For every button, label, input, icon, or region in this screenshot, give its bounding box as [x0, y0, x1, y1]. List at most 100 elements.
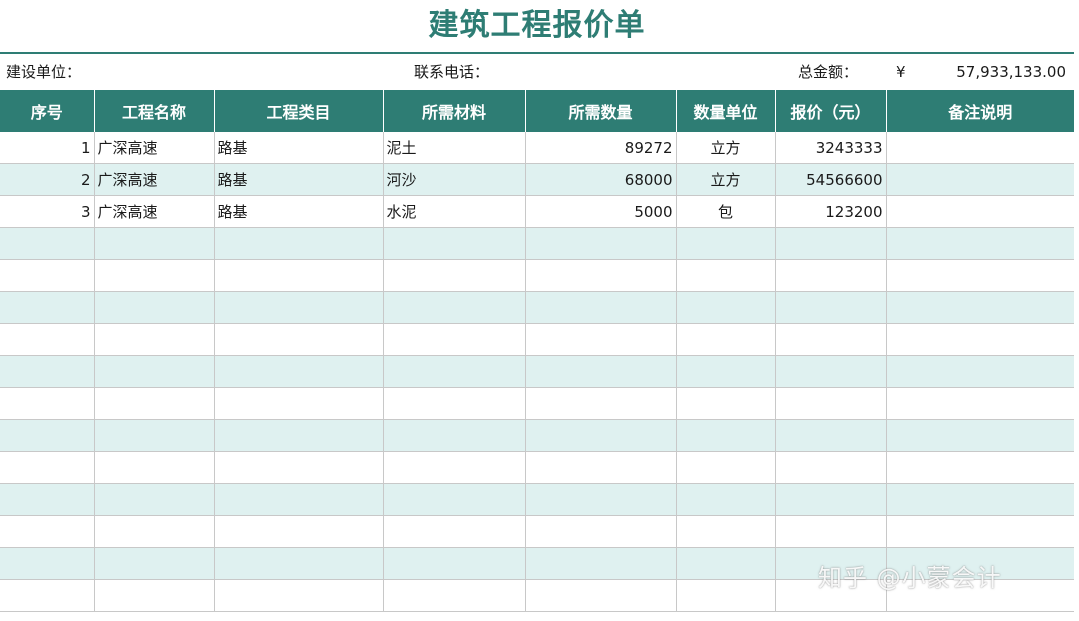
empty-cell[interactable]: [886, 355, 1075, 388]
empty-cell[interactable]: [525, 483, 677, 516]
empty-cell[interactable]: [214, 419, 384, 452]
empty-cell[interactable]: [886, 291, 1075, 324]
cell-category[interactable]: 路基: [214, 195, 384, 228]
empty-cell[interactable]: [525, 227, 677, 260]
empty-cell[interactable]: [214, 387, 384, 420]
col-header-no[interactable]: 序号: [0, 90, 95, 132]
empty-cell[interactable]: [383, 355, 526, 388]
col-header-quantity[interactable]: 所需数量: [525, 90, 677, 132]
col-header-category[interactable]: 工程类目: [214, 90, 384, 132]
total-amount[interactable]: 57,933,133.00: [956, 54, 1066, 90]
empty-cell[interactable]: [525, 259, 677, 292]
empty-cell[interactable]: [775, 227, 887, 260]
col-header-unit[interactable]: 数量单位: [676, 90, 776, 132]
empty-cell[interactable]: [886, 483, 1075, 516]
empty-cell[interactable]: [886, 259, 1075, 292]
empty-cell[interactable]: [383, 515, 526, 548]
empty-cell[interactable]: [214, 355, 384, 388]
cell-quantity[interactable]: 5000: [525, 195, 677, 228]
empty-cell[interactable]: [214, 483, 384, 516]
cell-unit[interactable]: 立方: [676, 132, 776, 164]
empty-cell[interactable]: [886, 227, 1075, 260]
empty-cell[interactable]: [383, 259, 526, 292]
empty-cell[interactable]: [94, 579, 215, 612]
empty-cell[interactable]: [525, 387, 677, 420]
empty-cell[interactable]: [0, 387, 95, 420]
empty-cell[interactable]: [214, 579, 384, 612]
empty-cell[interactable]: [525, 323, 677, 356]
empty-cell[interactable]: [676, 387, 776, 420]
empty-cell[interactable]: [676, 227, 776, 260]
empty-cell[interactable]: [676, 291, 776, 324]
empty-cell[interactable]: [676, 323, 776, 356]
empty-cell[interactable]: [676, 579, 776, 612]
cell-price[interactable]: 3243333: [775, 132, 887, 164]
empty-cell[interactable]: [94, 387, 215, 420]
empty-cell[interactable]: [383, 579, 526, 612]
cell-note[interactable]: [886, 132, 1075, 164]
empty-cell[interactable]: [94, 483, 215, 516]
empty-cell[interactable]: [676, 259, 776, 292]
empty-cell[interactable]: [886, 451, 1075, 484]
empty-cell[interactable]: [525, 291, 677, 324]
empty-cell[interactable]: [94, 259, 215, 292]
empty-cell[interactable]: [775, 483, 887, 516]
cell-category[interactable]: 路基: [214, 163, 384, 196]
empty-cell[interactable]: [0, 323, 95, 356]
empty-cell[interactable]: [94, 291, 215, 324]
empty-cell[interactable]: [676, 483, 776, 516]
cell-unit[interactable]: 包: [676, 195, 776, 228]
empty-cell[interactable]: [214, 259, 384, 292]
empty-cell[interactable]: [886, 387, 1075, 420]
empty-cell[interactable]: [0, 547, 95, 580]
cell-unit[interactable]: 立方: [676, 163, 776, 196]
empty-cell[interactable]: [525, 547, 677, 580]
cell-quantity[interactable]: 68000: [525, 163, 677, 196]
empty-cell[interactable]: [0, 451, 95, 484]
cell-note[interactable]: [886, 163, 1075, 196]
cell-no[interactable]: 3: [0, 195, 95, 228]
cell-price[interactable]: 54566600: [775, 163, 887, 196]
cell-material[interactable]: 河沙: [383, 163, 526, 196]
col-header-project[interactable]: 工程名称: [94, 90, 215, 132]
empty-cell[interactable]: [525, 579, 677, 612]
empty-cell[interactable]: [0, 579, 95, 612]
empty-cell[interactable]: [94, 323, 215, 356]
empty-cell[interactable]: [214, 451, 384, 484]
empty-cell[interactable]: [94, 227, 215, 260]
empty-cell[interactable]: [525, 451, 677, 484]
empty-cell[interactable]: [0, 355, 95, 388]
cell-category[interactable]: 路基: [214, 132, 384, 164]
empty-cell[interactable]: [94, 515, 215, 548]
empty-cell[interactable]: [0, 259, 95, 292]
empty-cell[interactable]: [886, 323, 1075, 356]
empty-cell[interactable]: [525, 515, 677, 548]
empty-cell[interactable]: [94, 419, 215, 452]
empty-cell[interactable]: [94, 547, 215, 580]
empty-cell[interactable]: [886, 515, 1075, 548]
empty-cell[interactable]: [0, 419, 95, 452]
empty-cell[interactable]: [0, 483, 95, 516]
cell-project[interactable]: 广深高速: [94, 163, 215, 196]
empty-cell[interactable]: [383, 323, 526, 356]
empty-cell[interactable]: [676, 451, 776, 484]
empty-cell[interactable]: [775, 259, 887, 292]
cell-no[interactable]: 1: [0, 132, 95, 164]
empty-cell[interactable]: [214, 323, 384, 356]
empty-cell[interactable]: [383, 547, 526, 580]
empty-cell[interactable]: [0, 515, 95, 548]
cell-project[interactable]: 广深高速: [94, 132, 215, 164]
col-header-note[interactable]: 备注说明: [886, 90, 1074, 132]
empty-cell[interactable]: [775, 451, 887, 484]
empty-cell[interactable]: [676, 515, 776, 548]
cell-project[interactable]: 广深高速: [94, 195, 215, 228]
empty-cell[interactable]: [94, 451, 215, 484]
empty-cell[interactable]: [775, 515, 887, 548]
empty-cell[interactable]: [886, 419, 1075, 452]
empty-cell[interactable]: [214, 227, 384, 260]
empty-cell[interactable]: [383, 227, 526, 260]
empty-cell[interactable]: [214, 547, 384, 580]
cell-no[interactable]: 2: [0, 163, 95, 196]
empty-cell[interactable]: [0, 291, 95, 324]
empty-cell[interactable]: [94, 355, 215, 388]
